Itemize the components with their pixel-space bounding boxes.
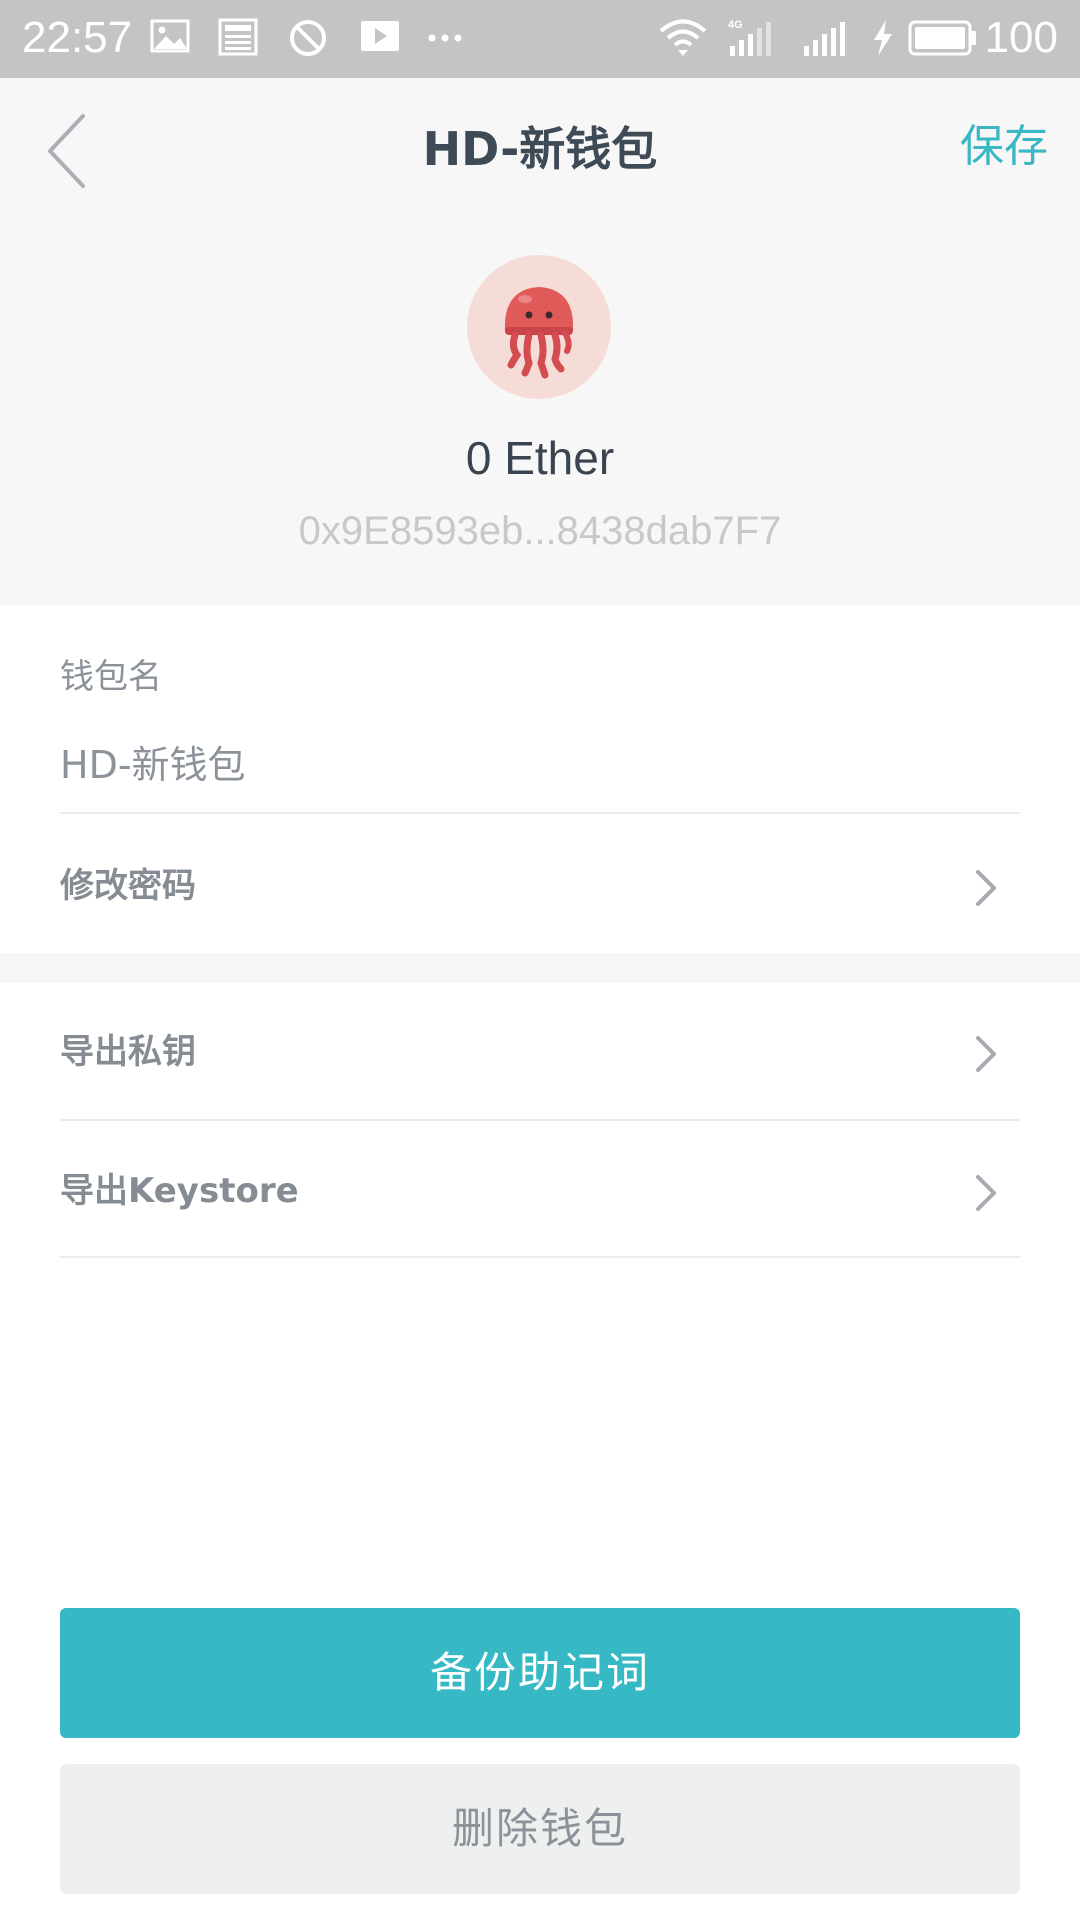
chevron-right-icon [976,1175,996,1211]
wifi-icon [659,19,707,56]
wallet-name-label: 钱包名 [60,657,162,697]
divider [60,812,1020,814]
chevron-right-icon [976,870,996,906]
block-icon [290,20,326,56]
wallet-name-input[interactable] [60,735,1020,795]
wallet-address[interactable]: 0x9E8593eb...8438dab7F7 [0,503,1080,559]
change-password-row[interactable]: 修改密码 [0,836,1080,936]
status-time: 22:57 [22,13,133,62]
export-private-key-row[interactable]: 导出私钥 [0,1002,1080,1102]
signal-icon [804,22,845,56]
backup-mnemonic-button[interactable]: 备份助记词 [60,1608,1020,1738]
delete-wallet-button[interactable]: 删除钱包 [60,1764,1020,1894]
status-bar: 22:57 4G 100 [0,0,1080,78]
divider [60,1256,1020,1258]
avatar [467,255,611,399]
save-button[interactable]: 保存 [960,112,1048,182]
page-title: HD-新钱包 [422,122,658,176]
signal-4g-icon: 4G [728,19,771,56]
play-icon [361,21,399,51]
export-private-key-label: 导出私钥 [60,1032,196,1072]
wallet-header: HD-新钱包 保存 0 Ether 0x9E8593eb...8438dab7F… [0,78,1080,605]
chevron-left-icon [48,114,85,188]
back-button[interactable] [38,106,98,196]
image-icon [150,19,190,53]
wallet-balance: 0 Ether [465,432,615,484]
news-icon [218,18,258,56]
section-divider [0,953,1080,983]
wallet-detail-screen: 22:57 4G 100 HD-新钱包 保存 0 Ether 0x9E8593e… [0,0,1080,1920]
change-password-label: 修改密码 [60,866,196,906]
svg-text:4G: 4G [728,19,743,31]
battery-level: 100 [984,13,1058,62]
charging-icon [874,20,892,56]
chevron-right-icon [976,1036,996,1072]
divider [60,1119,1020,1121]
export-keystore-label: 导出Keystore [60,1171,299,1211]
jellyfish-icon [504,287,574,379]
more-dots-icon [428,34,462,42]
export-keystore-row[interactable]: 导出Keystore [0,1141,1080,1241]
battery-icon [908,20,976,56]
